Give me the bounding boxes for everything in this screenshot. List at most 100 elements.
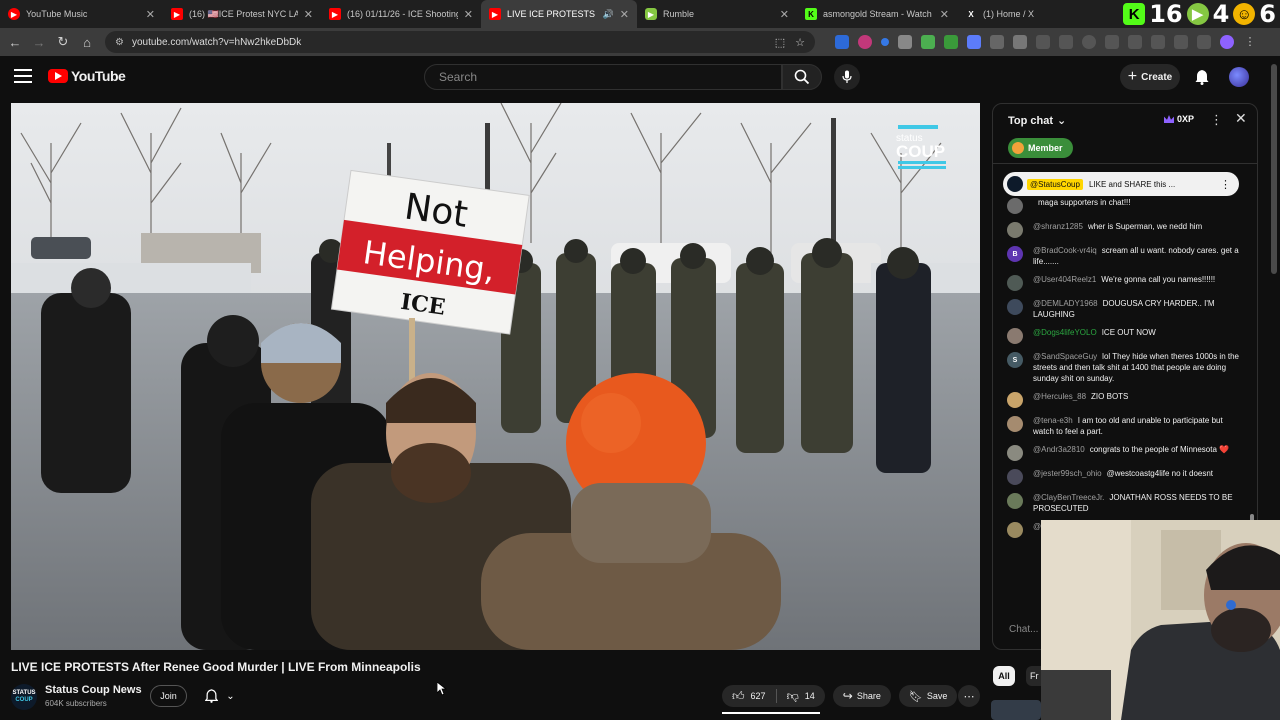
chat-author[interactable]: @DEMLADY1968: [1033, 299, 1098, 308]
profile-icon[interactable]: [1220, 35, 1234, 49]
avatar[interactable]: [1007, 222, 1023, 238]
chat-message[interactable]: @Andr3a2810 congrats to the people of Min…: [993, 443, 1247, 462]
puzzle-icon[interactable]: [1036, 35, 1050, 49]
chat-message[interactable]: @Dogs4lifeYOLO ICE OUT NOW: [993, 326, 1247, 345]
extension-icon[interactable]: [1013, 35, 1027, 49]
browser-tab[interactable]: ▶ YouTube Music ✕: [0, 0, 163, 28]
extension-icon[interactable]: [1105, 35, 1119, 49]
chat-message[interactable]: B @BradCook-vr4iq scream all u want. nobod…: [993, 244, 1247, 268]
avatar[interactable]: [1007, 493, 1023, 509]
share-button[interactable]: ↪ Share: [832, 685, 891, 707]
chat-message[interactable]: @Hercules_88 ZIO BOTS: [993, 390, 1247, 409]
chat-message[interactable]: @tena-e3h I am too old and unable to part…: [993, 414, 1247, 438]
sidebar-icon[interactable]: [1174, 35, 1188, 49]
extension-icon[interactable]: [881, 38, 889, 46]
member-badge-button[interactable]: Member: [1008, 138, 1073, 158]
more-vertical-icon[interactable]: ⋮: [1210, 112, 1223, 128]
chat-message[interactable]: @jester99sch_ohio @westcoastg4life no it …: [993, 467, 1247, 486]
close-icon[interactable]: ✕: [620, 8, 629, 21]
avatar[interactable]: [1007, 328, 1023, 344]
chat-mode-dropdown[interactable]: Top chat ⌄: [1008, 114, 1066, 128]
recommended-video-thumbnail[interactable]: [991, 700, 1041, 720]
chat-author[interactable]: @SandSpaceGuy: [1033, 352, 1097, 361]
browser-tab[interactable]: K asmongold Stream - Watch Live ✕: [797, 0, 957, 28]
media-icon[interactable]: [1059, 35, 1073, 49]
chat-message[interactable]: @User404Reelz1 We're gonna call you names…: [993, 273, 1247, 292]
chat-author[interactable]: @BradCook-vr4iq: [1033, 246, 1097, 255]
chat-message[interactable]: @DEMLADY1968 DOUGUSA CRY HARDER.. I'M LAU…: [993, 297, 1247, 321]
chat-author[interactable]: @ClayBenTreeceJr.: [1033, 493, 1104, 502]
close-icon[interactable]: ✕: [940, 8, 949, 21]
extension-icon[interactable]: [1197, 35, 1211, 49]
chat-author[interactable]: @Andr3a2810: [1033, 445, 1085, 454]
menu-icon[interactable]: ⋮: [1243, 35, 1257, 49]
extension-icon[interactable]: [1151, 35, 1165, 49]
create-button[interactable]: + Create: [1120, 64, 1180, 90]
back-icon[interactable]: ←: [3, 30, 27, 54]
extension-icon[interactable]: [835, 35, 849, 49]
join-button[interactable]: Join: [150, 685, 187, 707]
reload-icon[interactable]: ↻: [51, 30, 75, 54]
avatar[interactable]: S: [1007, 352, 1023, 368]
chat-input[interactable]: Chat...: [1009, 624, 1038, 635]
browser-tab[interactable]: ▶ (16) 01/11/26 - ICE Shooting Pr ✕: [321, 0, 481, 28]
xp-badge[interactable]: 0XP: [1164, 114, 1194, 124]
code-icon[interactable]: [1128, 35, 1142, 49]
avatar[interactable]: [1007, 416, 1023, 432]
avatar[interactable]: [1007, 445, 1023, 461]
more-actions-button[interactable]: ⋯: [958, 685, 980, 707]
extension-icon[interactable]: [898, 35, 912, 49]
save-button[interactable]: 🔖︎ Save: [898, 685, 958, 707]
site-info-icon[interactable]: ⚙: [115, 37, 124, 48]
hamburger-menu-icon[interactable]: [14, 69, 32, 83]
notifications-button[interactable]: [1192, 66, 1212, 88]
extension-icon[interactable]: [990, 35, 1004, 49]
extension-icon[interactable]: [921, 35, 935, 49]
avatar[interactable]: [1007, 275, 1023, 291]
chat-author[interactable]: @Hercules_88: [1033, 392, 1086, 401]
close-icon[interactable]: ✕: [464, 8, 473, 21]
youtube-logo[interactable]: YouTube: [48, 68, 126, 84]
voice-search-button[interactable]: [834, 64, 860, 90]
extension-icon[interactable]: [944, 35, 958, 49]
speaker-icon[interactable]: 🔊: [603, 9, 614, 20]
avatar[interactable]: [1007, 392, 1023, 408]
address-bar[interactable]: ⚙ youtube.com/watch?v=hNw2hkeDbDk ⬚ ☆: [105, 31, 815, 53]
subscription-notification-button[interactable]: ⌄: [197, 685, 243, 707]
chat-author[interactable]: @User404Reelz1: [1033, 275, 1096, 284]
close-icon[interactable]: ✕: [146, 8, 155, 21]
page-scrollbar[interactable]: [1271, 64, 1277, 274]
avatar[interactable]: [1007, 299, 1023, 315]
extension-icon[interactable]: [967, 35, 981, 49]
avatar[interactable]: [1007, 198, 1023, 214]
browser-tab[interactable]: X (1) Home / X: [957, 0, 1057, 28]
video-player[interactable]: Not Helping, ICE status COUP: [11, 103, 980, 650]
close-icon[interactable]: ✕: [1235, 110, 1247, 127]
browser-tab[interactable]: ▶ (16) 🇺🇸ICE Protest NYC LA Minn ✕: [163, 0, 321, 28]
chat-author[interactable]: @shranz1285: [1033, 222, 1083, 231]
chat-author[interactable]: @Dogs4lifeYOLO: [1033, 328, 1097, 337]
chat-message[interactable]: maga supporters in chat!!!: [993, 196, 1247, 215]
avatar[interactable]: [1007, 469, 1023, 485]
browser-tab[interactable]: ▶ Rumble ✕: [637, 0, 797, 28]
close-icon[interactable]: ✕: [780, 8, 789, 21]
chat-author[interactable]: @jester99sch_ohio: [1033, 469, 1102, 478]
install-icon[interactable]: ⬚: [775, 36, 785, 49]
close-icon[interactable]: ✕: [304, 8, 313, 21]
bookmark-star-icon[interactable]: ☆: [795, 36, 805, 49]
avatar[interactable]: [1007, 522, 1023, 538]
search-input[interactable]: Search: [424, 64, 782, 90]
avatar[interactable]: B: [1007, 246, 1023, 262]
dislike-button[interactable]: 👎︎ 14: [777, 685, 825, 707]
filter-chip-friends[interactable]: Fr: [1026, 666, 1042, 686]
home-icon[interactable]: ⌂: [75, 30, 99, 54]
channel-avatar[interactable]: STATUS COUP: [11, 684, 37, 710]
browser-tab-active[interactable]: ▶ LIVE ICE PROTESTS After Re 🔊 ✕: [481, 0, 637, 28]
chat-message[interactable]: @shranz1285 wher is Superman, we nedd him: [993, 220, 1247, 239]
chat-message[interactable]: @ClayBenTreeceJr. JONATHAN ROSS NEEDS TO …: [993, 491, 1247, 515]
chat-author[interactable]: @tena-e3h: [1033, 416, 1073, 425]
forward-icon[interactable]: →: [27, 30, 51, 54]
account-avatar[interactable]: [1229, 67, 1249, 87]
filter-chip-all[interactable]: All: [993, 666, 1015, 686]
channel-name[interactable]: Status Coup News: [45, 684, 142, 696]
